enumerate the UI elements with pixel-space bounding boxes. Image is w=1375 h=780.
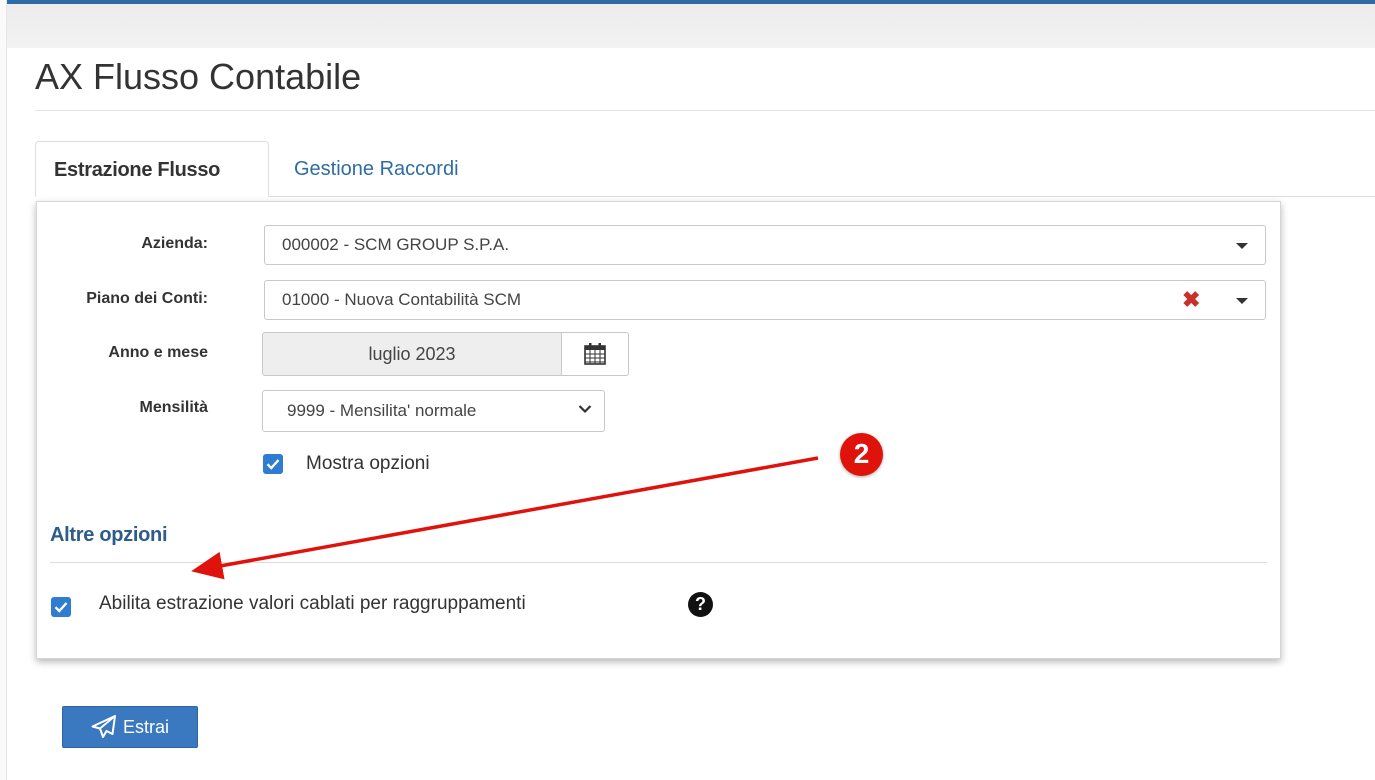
estrai-label: Estrai bbox=[122, 716, 169, 737]
step-badge: 2 bbox=[840, 433, 883, 476]
paper-plane-icon bbox=[91, 715, 116, 738]
estrai-button[interactable]: Estrai bbox=[62, 706, 198, 748]
annotation-arrow bbox=[191, 456, 819, 580]
